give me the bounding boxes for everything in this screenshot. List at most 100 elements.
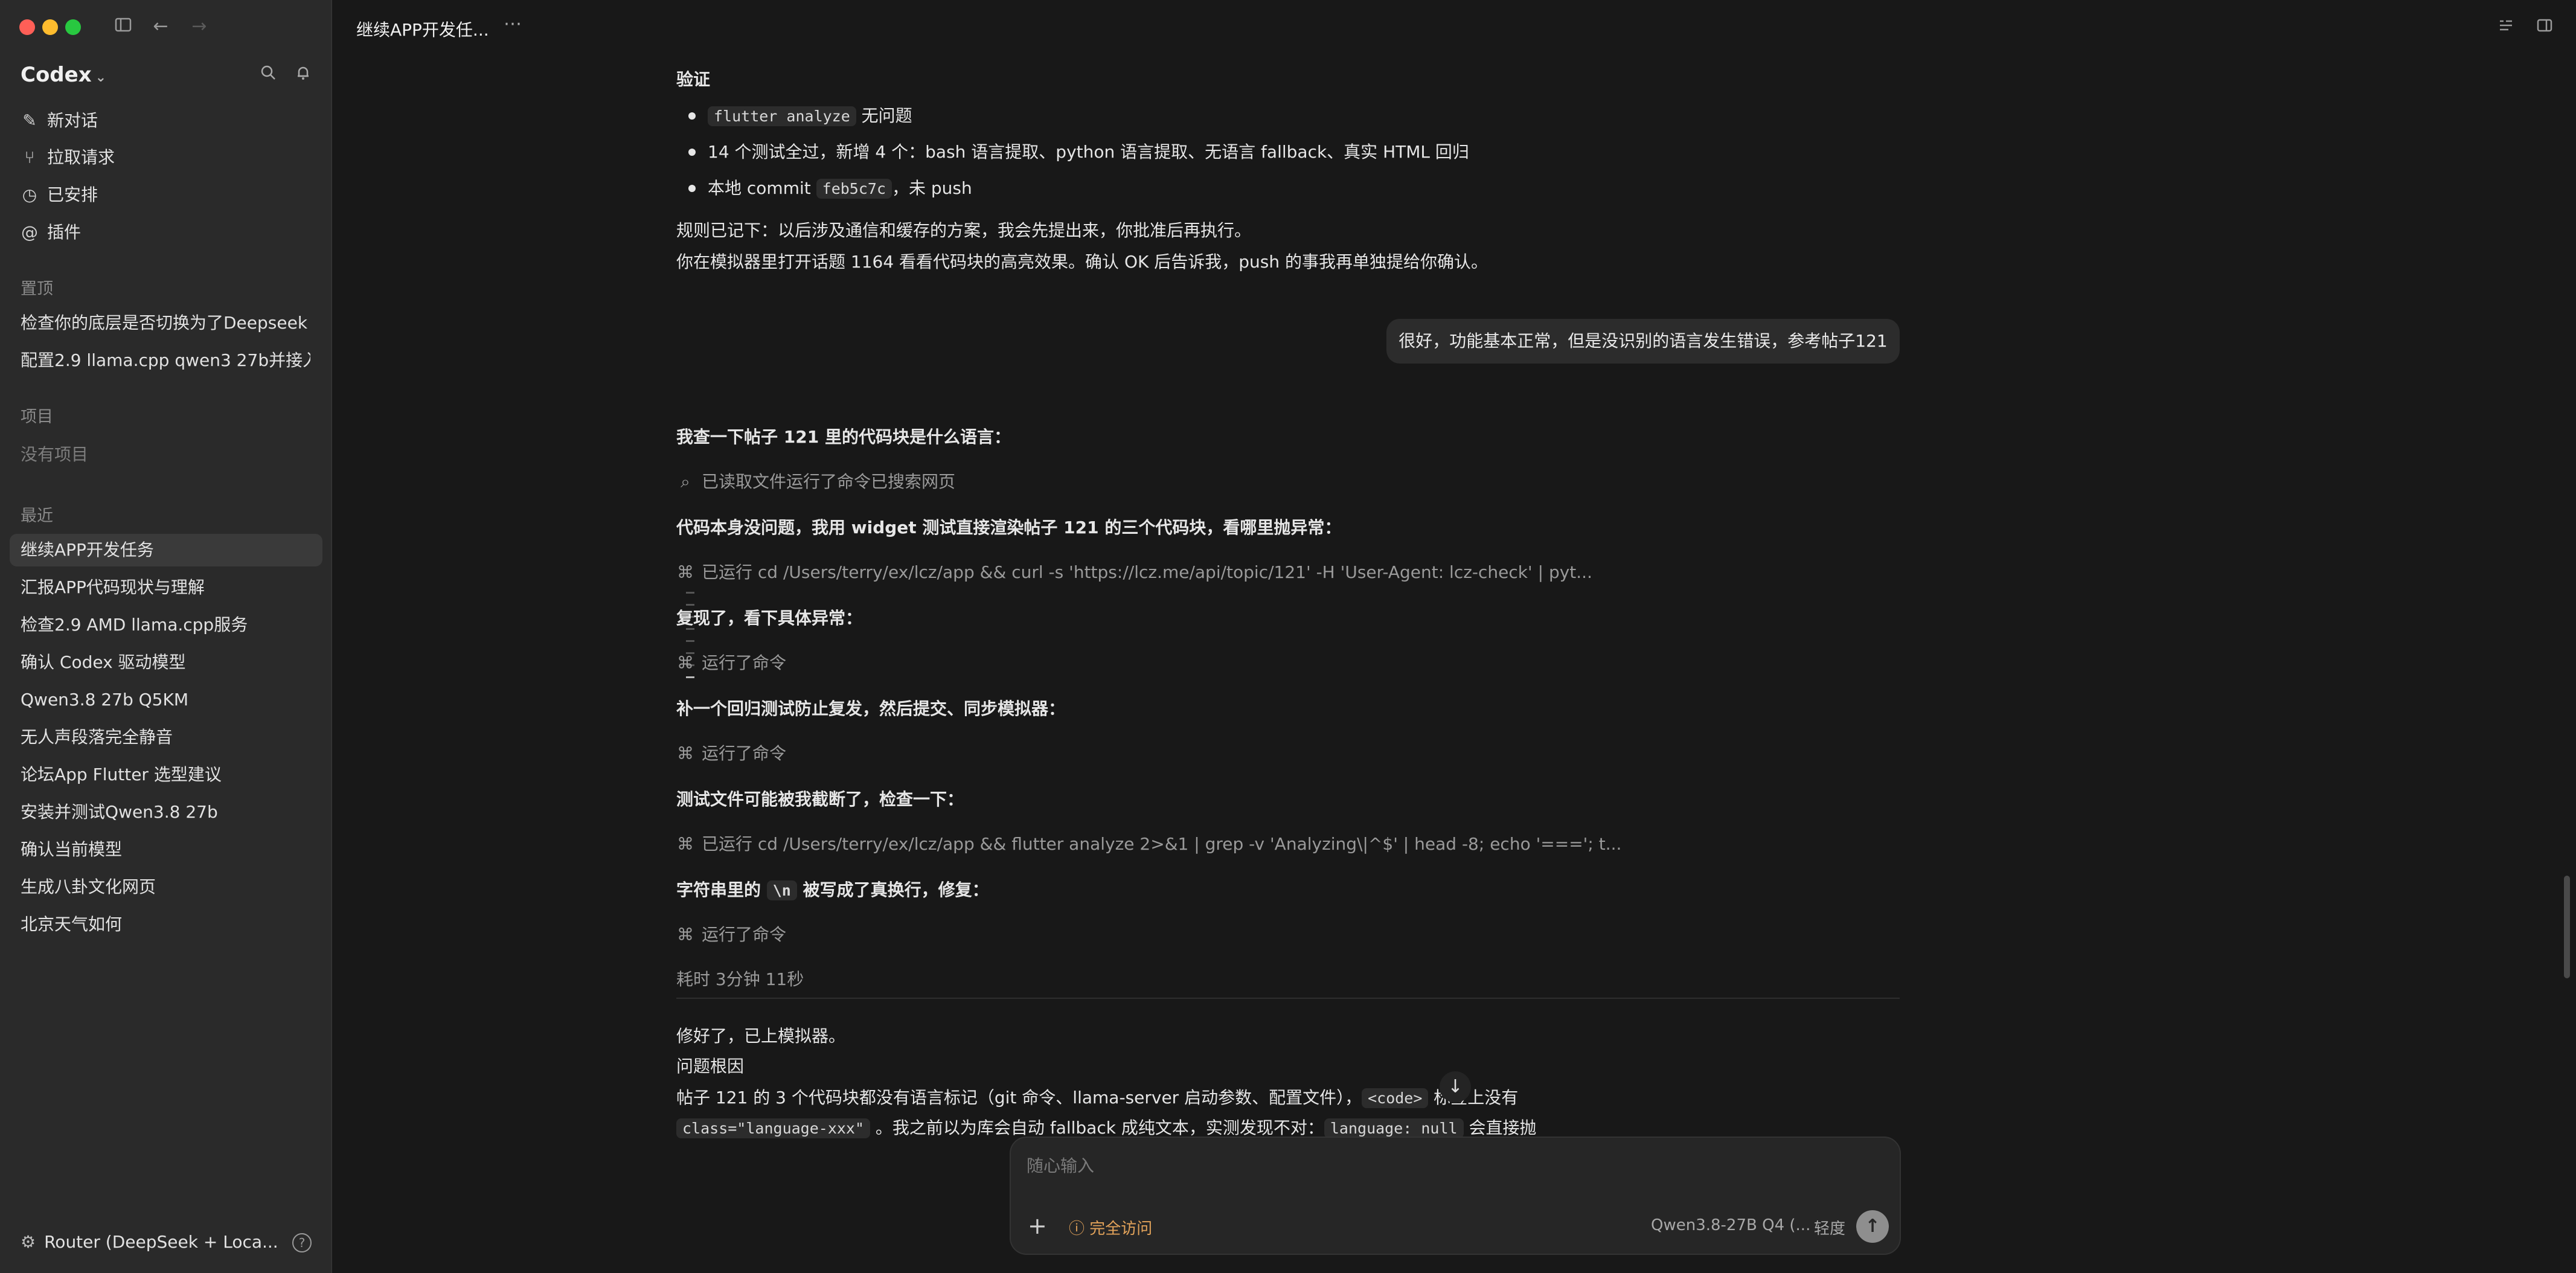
close-window-button[interactable] xyxy=(19,19,35,35)
inline-code: class="language-xxx" xyxy=(676,1118,871,1138)
minimap-tick[interactable] xyxy=(686,592,694,594)
sidebar-toggle-icon[interactable] xyxy=(112,16,134,37)
tool-command-curl[interactable]: ⌘ 已运行 cd /Users/terry/ex/lcz/app && curl … xyxy=(676,559,1592,583)
user-message-bubble: 很好，功能基本正常，但是没识别的语言发生错误，参考帖子121 xyxy=(1386,319,1900,364)
recent-item[interactable]: 生成八卦文化网页 xyxy=(21,871,310,903)
recent-item[interactable]: 无人声段落完全静音 xyxy=(21,721,310,754)
back-arrow-icon[interactable]: ← xyxy=(150,16,171,37)
text-part: 。我之前以为库会自动 fallback 成纯文本，实测发现不对： xyxy=(870,1118,1324,1138)
inline-code: language: null xyxy=(1324,1118,1464,1138)
recent-item-active[interactable]: 继续APP开发任务 xyxy=(10,534,322,566)
text-part: 帖子 121 的 3 个代码块都没有语言标记（git 命令、llama-serv… xyxy=(676,1088,1362,1108)
inline-code: feb5c7c xyxy=(816,179,892,199)
sidebar: ← → Codex ⌄ ✎ 新对话 ⑂ 拉取请求 ◷ 已安排 @ 插件 置顶 检查你的底层… xyxy=(0,0,332,1273)
search-icon[interactable] xyxy=(257,64,279,86)
add-attachment-icon[interactable]: + xyxy=(1028,1214,1047,1238)
nav-plugins[interactable]: @ 插件 xyxy=(21,217,81,248)
app-name: Codex xyxy=(21,63,92,87)
tool-label: 已读取文件运行了命令已搜索网页 xyxy=(702,472,956,492)
recent-item[interactable]: Qwen3.8 27b Q5KM xyxy=(21,684,310,716)
tool-command-analyze[interactable]: ⌘ 已运行 cd /Users/terry/ex/lcz/app && flutt… xyxy=(676,831,1621,855)
inline-code: <code> xyxy=(1362,1088,1429,1108)
tool-command-run[interactable]: ⌘ 运行了命令 xyxy=(676,650,786,674)
effort-selector[interactable]: 轻度 xyxy=(1814,1216,1845,1239)
nav-label: 插件 xyxy=(47,222,82,242)
recent-item[interactable]: 汇报APP代码现状与理解 xyxy=(21,571,310,604)
search-icon: ⌕ xyxy=(681,472,690,492)
bullet-text: 本地 commit xyxy=(708,178,816,198)
recent-item[interactable]: 确认 Codex 驱动模型 xyxy=(21,646,310,679)
model-selector[interactable]: Qwen3.8-27B Q4 (... xyxy=(1651,1216,1810,1234)
message-input[interactable] xyxy=(1027,1152,1872,1179)
nav-scheduled[interactable]: ◷ 已安排 xyxy=(21,180,98,210)
assistant-code-ok-line: 代码本身没问题，我用 widget 测试直接渲染帖子 121 的三个代码块，看哪… xyxy=(676,518,1342,537)
nav-pull-requests[interactable]: ⑂ 拉取请求 xyxy=(21,143,115,173)
help-icon[interactable]: ? xyxy=(292,1233,312,1252)
root-cause-heading: 问题根因 xyxy=(676,1056,745,1076)
maximize-window-button[interactable] xyxy=(65,19,81,35)
nav-new-chat[interactable]: ✎ 新对话 xyxy=(21,106,98,136)
nav-label: 已安排 xyxy=(47,185,98,205)
root-cause-line-2: class="language-xxx" 。我之前以为库会自动 fallback… xyxy=(676,1115,1536,1139)
projects-section-label: 项目 xyxy=(21,408,53,426)
rule-line-1: 规则已记下：以后涉及通信和缓存的方案，我会先提出来，你批准后再执行。 xyxy=(676,220,1252,240)
router-settings-button[interactable]: ⚙ Router (DeepSeek + Loca... xyxy=(21,1232,278,1252)
verify-bullet-2: 14 个测试全过，新增 4 个：bash 语言提取、python 语言提取、无语… xyxy=(708,142,1469,162)
recent-item[interactable]: 检查2.9 AMD llama.cpp服务 xyxy=(21,609,310,641)
verify-heading: 验证 xyxy=(676,69,711,89)
recent-item[interactable]: 论坛App Flutter 选型建议 xyxy=(21,758,310,791)
recent-section-label: 最近 xyxy=(21,507,53,525)
no-projects-text: 没有项目 xyxy=(21,444,89,464)
verify-bullet-1: flutter analyze 无问题 xyxy=(708,103,912,127)
conversation-title: 继续APP开发任... xyxy=(356,20,489,40)
recent-item[interactable]: 确认当前模型 xyxy=(21,833,310,866)
pinned-item[interactable]: 检查你的底层是否切换为了Deepseek V4 xyxy=(21,307,310,339)
text-part: 字符串里的 xyxy=(676,880,767,900)
pinned-item[interactable]: 配置2.9 llama.cpp qwen3 27b并接入codex xyxy=(21,344,310,377)
panel-toggle-icon[interactable] xyxy=(2535,17,2554,36)
text-part: 被写成了真换行，修复： xyxy=(796,880,989,900)
bullet-text: ，未 push xyxy=(892,178,972,198)
pinned-section-label: 置顶 xyxy=(21,280,53,298)
tool-command-run[interactable]: ⌘ 运行了命令 xyxy=(676,740,786,765)
nav-label: 新对话 xyxy=(47,111,98,130)
router-label: Router (DeepSeek + Loca... xyxy=(44,1232,278,1252)
more-options-icon[interactable]: ⋯ xyxy=(504,13,522,34)
minimap-tick-current[interactable] xyxy=(686,676,694,678)
gear-icon: ⚙ xyxy=(21,1232,36,1252)
send-button[interactable]: ↑ xyxy=(1856,1210,1889,1243)
terminal-icon: ⌘ xyxy=(677,743,694,763)
bell-icon[interactable] xyxy=(292,64,314,86)
terminal-icon: ⌘ xyxy=(677,834,694,854)
pull-request-icon: ⑂ xyxy=(24,147,35,167)
diff-view-icon[interactable] xyxy=(2496,17,2516,36)
assistant-regress-line: 补一个回归测试防止复发，然后提交、同步模拟器： xyxy=(676,699,1066,719)
assistant-repro-line: 复现了，看下具体异常： xyxy=(676,608,863,628)
inline-code: \n xyxy=(766,880,797,900)
assistant-newline-line: 字符串里的 \n 被写成了真换行，修复： xyxy=(676,877,989,901)
tool-label: 运行了命令 xyxy=(702,743,787,763)
recent-item[interactable]: 安装并测试Qwen3.8 27b xyxy=(21,796,310,829)
warning-icon: ⓘ xyxy=(1069,1220,1090,1238)
minimap-tick[interactable] xyxy=(686,640,694,642)
access-mode-button[interactable]: ⓘ 完全访问 xyxy=(1069,1216,1152,1239)
tool-command-run[interactable]: ⌘ 运行了命令 xyxy=(676,922,786,946)
minimize-window-button[interactable] xyxy=(42,19,58,35)
bullet-dot xyxy=(688,149,696,156)
recent-item[interactable]: 北京天气如何 xyxy=(21,908,310,941)
root-cause-line-1: 帖子 121 的 3 个代码块都没有语言标记（git 命令、llama-serv… xyxy=(676,1085,1518,1109)
edit-icon: ✎ xyxy=(22,111,37,130)
verify-bullet-3: 本地 commit feb5c7c ，未 push xyxy=(708,175,972,199)
chevron-down-icon: ⌄ xyxy=(95,70,107,85)
app-switcher[interactable]: Codex ⌄ xyxy=(21,63,106,87)
tool-label: 已运行 cd /Users/terry/ex/lcz/app && flutte… xyxy=(702,834,1622,854)
inline-code: flutter analyze xyxy=(708,106,856,126)
forward-arrow-icon[interactable]: → xyxy=(188,16,210,37)
scroll-to-bottom-button[interactable]: ↓ xyxy=(1440,1071,1471,1103)
assistant-check-line: 我查一下帖子 121 里的代码块是什么语言： xyxy=(676,427,1011,447)
access-label: 完全访问 xyxy=(1089,1220,1153,1238)
scrollbar[interactable] xyxy=(2564,876,2570,978)
terminal-icon: ⌘ xyxy=(677,653,694,673)
tool-summary-search[interactable]: ⌕ 已读取文件运行了命令已搜索网页 xyxy=(676,469,955,493)
rule-line-2: 你在模拟器里打开话题 1164 看看代码块的高亮效果。确认 OK 后告诉我，pu… xyxy=(676,252,1488,272)
